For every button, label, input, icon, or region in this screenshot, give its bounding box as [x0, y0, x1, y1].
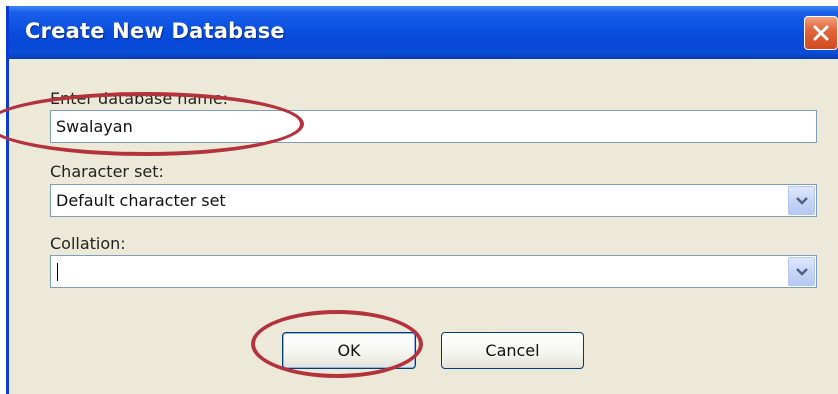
text-caret — [57, 263, 58, 281]
character-set-select[interactable]: Default character set — [50, 184, 817, 217]
collation-label: Collation: — [50, 234, 126, 253]
character-set-dropdown-button[interactable] — [788, 186, 815, 215]
close-button[interactable] — [804, 16, 838, 50]
database-name-input[interactable]: Swalayan — [50, 110, 817, 143]
database-name-label: Enter database name: — [50, 89, 229, 108]
character-set-value: Default character set — [56, 191, 226, 210]
dialog-title: Create New Database — [25, 19, 285, 43]
chevron-down-icon — [796, 268, 808, 276]
close-icon — [813, 25, 829, 41]
cancel-button[interactable]: Cancel — [441, 332, 584, 369]
title-bar[interactable]: Create New Database — [9, 6, 838, 59]
character-set-label: Character set: — [50, 162, 164, 181]
create-database-dialog: Create New Database Enter database name:… — [6, 6, 838, 394]
ok-button[interactable]: OK — [282, 332, 416, 369]
collation-dropdown-button[interactable] — [788, 257, 815, 286]
collation-select[interactable] — [50, 255, 817, 288]
chevron-down-icon — [796, 197, 808, 205]
